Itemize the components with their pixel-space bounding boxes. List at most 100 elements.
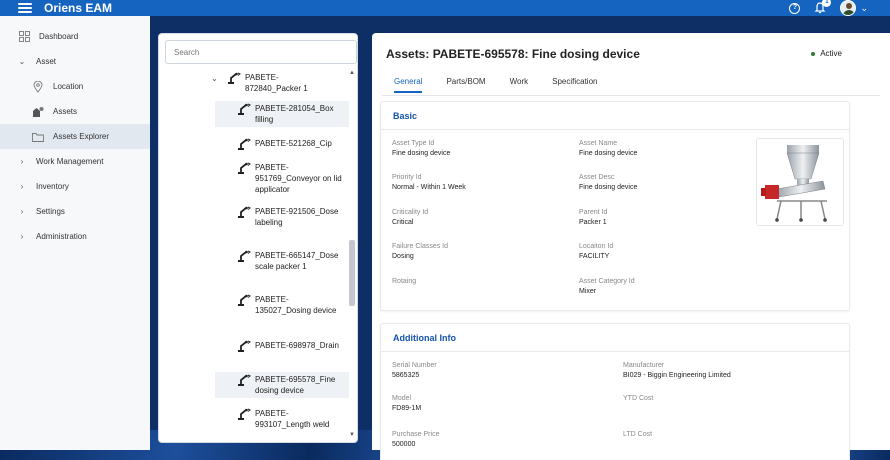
asset-detail-panel: Assets: PABETE-695578: Fine dosing devic…	[372, 33, 890, 460]
field-ltd-cost: LTD Cost	[623, 431, 652, 441]
status-badge: Active	[811, 49, 842, 58]
divider	[381, 129, 849, 130]
basic-card: Basic Asset Type Id Fine dosing device A…	[380, 101, 850, 311]
sidebar: Dashboard ⌄ Asset Location Assets Assets…	[0, 16, 150, 450]
search-input[interactable]	[165, 40, 357, 64]
page-title: Assets: PABETE-695578: Fine dosing devic…	[386, 47, 640, 61]
tree-node[interactable]: PABETE-281054_Box filling	[215, 101, 349, 127]
tab-general[interactable]: General	[394, 77, 423, 93]
tree-node[interactable]: PABETE-665147_Dose scale packer 1	[237, 250, 343, 272]
sidebar-item-label: Inventory	[36, 182, 69, 191]
notifications-button[interactable]: 1	[814, 0, 832, 14]
sidebar-item-dashboard[interactable]: Dashboard	[0, 24, 150, 49]
menu-icon[interactable]	[18, 3, 32, 13]
robot-arm-icon	[237, 103, 251, 115]
field-asset-type: Asset Type Id Fine dosing device	[392, 140, 450, 157]
help-icon[interactable]: ?	[789, 2, 801, 14]
field-asset-name: Asset Name Fine dosing device	[579, 140, 637, 157]
field-label: Parent Id	[579, 209, 608, 216]
sidebar-item-label: Settings	[36, 207, 65, 216]
tab-parts-bom[interactable]: Parts/BOM	[446, 77, 485, 93]
sidebar-item-label: Work Management	[36, 157, 104, 166]
chevron-down-icon[interactable]: ⌄	[211, 74, 218, 83]
tab-work[interactable]: Work	[510, 77, 529, 93]
sidebar-item-assets[interactable]: Assets	[0, 99, 150, 124]
sidebar-item-asset[interactable]: ⌄ Asset	[0, 49, 150, 74]
robot-arm-icon	[237, 250, 251, 262]
field-label: Priority Id	[392, 174, 422, 181]
field-value: 5865325	[392, 372, 420, 379]
field-value: Critical	[392, 219, 414, 226]
scrollbar-thumb[interactable]	[349, 240, 355, 306]
field-value: 500000	[392, 441, 416, 448]
tab-specification[interactable]: Specification	[552, 77, 597, 93]
tree-node[interactable]: PABETE-993107_Length weld	[237, 408, 343, 430]
detail-tabs: General Parts/BOM Work Specification	[394, 77, 621, 93]
sidebar-item-inventory[interactable]: › Inventory	[0, 174, 150, 199]
robot-arm-icon	[237, 374, 251, 386]
folder-icon	[32, 131, 44, 143]
field-value: Fine dosing device	[579, 184, 638, 191]
tree-scrollbar[interactable]: ▲ ▼	[348, 70, 356, 440]
asset-image[interactable]	[756, 138, 844, 226]
tree-node[interactable]: PABETE-921506_Dose labeling	[237, 206, 343, 228]
sidebar-item-label: Location	[53, 82, 84, 91]
field-label: YTD Cost	[623, 395, 654, 402]
field-location: Locaiton Id FACILITY	[579, 243, 613, 260]
robot-arm-icon	[237, 162, 251, 174]
field-label: Model	[392, 395, 412, 402]
chevron-right-icon: ›	[20, 182, 24, 191]
chevron-down-icon[interactable]: ⌄	[860, 3, 868, 14]
tree-node-label: PABETE-521268_Cip	[255, 139, 332, 148]
field-label: Purchase Price	[392, 431, 440, 438]
tree-node[interactable]: PABETE-135027_Dosing device	[237, 294, 343, 316]
field-label: Criticality Id	[392, 209, 429, 216]
field-label: Asset Name	[579, 140, 618, 147]
field-label: Failure Classes Id	[392, 243, 449, 250]
status-text: Active	[820, 49, 842, 58]
field-criticality: Criticality Id Critical	[392, 209, 428, 226]
additional-info-card: Additional Info Serial Number 5865325 Ma…	[380, 323, 850, 460]
tree-node-selected[interactable]: PABETE-695578_Fine dosing device	[215, 372, 349, 398]
tree-node-label: PABETE-281054_Box filling	[255, 104, 334, 124]
sidebar-item-work-management[interactable]: › Work Management	[0, 149, 150, 174]
field-label: LTD Cost	[623, 431, 653, 438]
field-label: Asset Type Id	[392, 140, 435, 147]
notification-badge: 1	[822, 0, 832, 7]
sidebar-item-label: Administration	[36, 232, 87, 241]
field-value: Packer 1	[579, 219, 607, 226]
tree-node-label: PABETE-135027_Dosing device	[255, 295, 337, 315]
tree-node-label: PABETE-872840_Packer 1	[245, 73, 308, 93]
sidebar-item-label: Assets	[53, 107, 78, 116]
field-ytd-cost: YTD Cost	[623, 395, 653, 405]
tree-node-label: PABETE-665147_Dose scale packer 1	[255, 251, 339, 271]
avatar[interactable]	[840, 0, 857, 16]
field-asset-desc: Asset Desc Fine dosing device	[579, 174, 637, 191]
sidebar-item-settings[interactable]: › Settings	[0, 199, 150, 224]
chevron-right-icon: ›	[20, 157, 24, 166]
tree-node[interactable]: PABETE-698978_Drain	[237, 340, 343, 352]
scroll-down-icon[interactable]: ▼	[348, 432, 356, 440]
sidebar-item-location[interactable]: Location	[0, 74, 150, 99]
field-priority: Priority Id Normal - Within 1 Week	[392, 174, 466, 191]
tree-node-label: PABETE-951769_Conveyor on lid applicator	[255, 163, 342, 194]
tree-node-label: PABETE-921506_Dose labeling	[255, 207, 339, 227]
field-value: Normal - Within 1 Week	[392, 184, 466, 191]
tree-node-label: PABETE-695578_Fine dosing device	[255, 375, 336, 395]
sidebar-item-assets-explorer[interactable]: Assets Explorer	[0, 124, 150, 149]
sidebar-item-administration[interactable]: › Administration	[0, 224, 150, 249]
field-purchase-price: Purchase Price 500000	[392, 431, 439, 448]
field-label: Asset Desc	[579, 174, 615, 181]
field-label: Manufacturer	[623, 362, 665, 369]
section-title: Basic	[393, 111, 418, 121]
field-failure-classes: Failure Classes Id Dosing	[392, 243, 448, 260]
field-label: Locaiton Id	[579, 243, 614, 250]
field-manufacturer: Manufacturer BI029 - Biggin Engineering …	[623, 362, 731, 379]
tree-node[interactable]: PABETE-872840_Packer 1	[227, 72, 333, 94]
section-title: Additional Info	[393, 333, 456, 343]
tree-node[interactable]: PABETE-951769_Conveyor on lid applicator	[237, 162, 343, 195]
tree-node[interactable]: PABETE-521268_Cip	[237, 138, 355, 150]
field-label: Serial Number	[392, 362, 437, 369]
chevron-right-icon: ›	[20, 207, 24, 216]
scroll-up-icon[interactable]: ▲	[348, 70, 356, 78]
